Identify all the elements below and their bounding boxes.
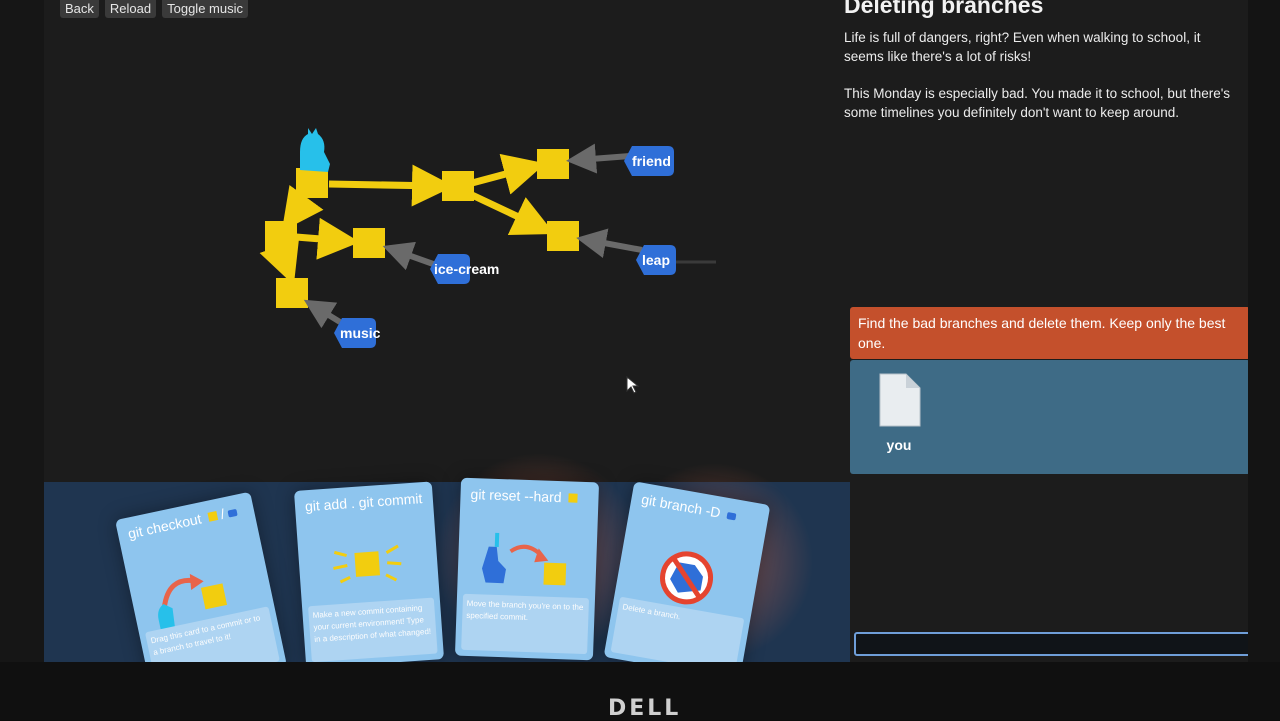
branch-tag-friend[interactable]: friend [624, 146, 674, 176]
level-goal-banner: Find the bad branches and delete them. K… [850, 307, 1248, 359]
commit-node [296, 168, 328, 198]
level-description: Life is full of dangers, right? Even whe… [844, 30, 1201, 64]
monitor-bezel-bottom: DELL [0, 662, 1280, 720]
commit-graph: friend leap ice-cream music [259, 128, 716, 348]
card-git-commit[interactable]: git add . git commit Make a new commit c… [293, 481, 445, 662]
branch-label-music: music [340, 325, 381, 341]
commit-node [537, 149, 569, 179]
edge-e-g [259, 238, 300, 286]
inventory-item[interactable]: you [874, 372, 924, 453]
card-title-row: git reset --hard [470, 486, 589, 507]
card-title: git reset --hard [470, 485, 562, 506]
commit-node [265, 221, 297, 251]
commit-node [547, 221, 579, 251]
card-git-checkout[interactable]: git checkout / Drag this card to a commi… [115, 491, 287, 662]
edge-e-f [295, 217, 360, 260]
card-tray: git checkout / Drag this card to a commi… [44, 452, 850, 662]
commit-square-icon [207, 511, 218, 522]
inventory-item-label: you [886, 437, 912, 453]
commits [265, 149, 579, 308]
level-description: This Monday is especially bad. You made … [844, 86, 1231, 120]
card-title: git branch -D [640, 490, 722, 521]
commit-node [353, 228, 385, 258]
card-git-branch-delete[interactable]: git branch -D Delete a branch. [603, 481, 771, 662]
game-screen: Back Reload Toggle music friend leap ice… [44, 0, 1248, 662]
commit-node [442, 171, 474, 201]
monitor-bezel-right [1248, 0, 1280, 720]
card-git-reset[interactable]: git reset --hard Move the branch you're … [454, 477, 600, 661]
branch-tag-music[interactable]: music [334, 318, 381, 348]
branch-label-leap: leap [642, 252, 670, 268]
monitor-bezel-left [0, 0, 44, 720]
card-title: git add . git commit [304, 490, 423, 515]
branch-tag-icon [227, 508, 239, 518]
level-title: Deleting branches [844, 0, 1044, 18]
edge-b-c [471, 153, 546, 195]
commit-square-icon [568, 493, 578, 503]
monitor-logo: DELL [608, 696, 682, 721]
command-input[interactable] [854, 632, 1248, 656]
branch-label-ice-cream: ice-cream [434, 261, 499, 277]
branch-label-friend: friend [632, 153, 671, 169]
branch-tag-ice-cream[interactable]: ice-cream [430, 254, 499, 284]
edge-a-b [328, 164, 454, 207]
branch-tag-icon [726, 512, 737, 521]
card-description: Move the branch you're on to the specifi… [461, 593, 590, 655]
player-figure-icon [300, 128, 330, 172]
card-description: Make a new commit containing your curren… [308, 597, 438, 662]
card-title-row: git checkout / [126, 502, 245, 543]
commit-node [276, 278, 308, 308]
edge-b-d [470, 191, 555, 236]
mouse-pointer-icon [626, 376, 640, 394]
card-title: git checkout [126, 510, 203, 542]
card-title-separator: / [218, 505, 227, 523]
branch-tag-leap[interactable]: leap [636, 245, 676, 275]
edge-a-e [281, 185, 324, 232]
inventory-panel: you [850, 360, 1248, 474]
file-icon [879, 373, 921, 427]
